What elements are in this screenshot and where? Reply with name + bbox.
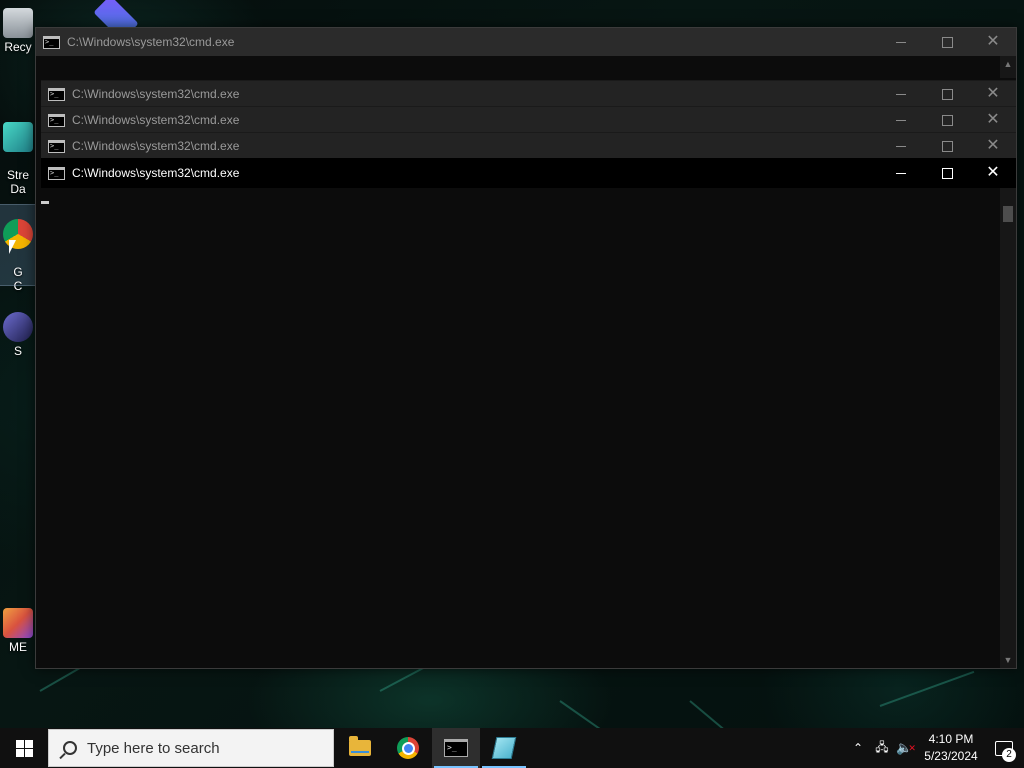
minimize-icon [896, 172, 906, 174]
minimize-button[interactable] [878, 81, 924, 107]
minimize-button[interactable] [878, 107, 924, 133]
maximize-icon [941, 114, 953, 126]
maximize-icon [941, 36, 953, 48]
maximize-button[interactable] [924, 133, 970, 159]
close-icon: ✕ [986, 85, 1000, 102]
taskbar-notepad[interactable] [480, 728, 528, 768]
close-icon: ✕ [986, 137, 1000, 154]
minimize-icon [896, 41, 906, 43]
recycle-bin-icon [3, 8, 33, 38]
close-button[interactable]: ✕ [970, 133, 1016, 159]
taskbar-chrome[interactable] [384, 728, 432, 768]
desktop-icon-label: G C [13, 265, 23, 293]
scrollbar[interactable]: ▲ [1000, 56, 1016, 78]
maximize-icon [941, 167, 953, 179]
desktop-icon-me[interactable]: ME [0, 608, 36, 654]
maximize-button[interactable] [924, 28, 970, 56]
close-button[interactable]: ✕ [970, 158, 1016, 188]
minimize-button[interactable] [878, 158, 924, 188]
taskbar-command-prompt[interactable] [432, 728, 480, 768]
close-button[interactable]: ✕ [970, 81, 1016, 107]
clock[interactable]: 4:10 PM 5/23/2024 [918, 731, 984, 765]
app-icon [3, 608, 33, 638]
windows-logo-icon [15, 739, 33, 757]
cmd-icon [48, 113, 65, 127]
close-button[interactable]: ✕ [970, 107, 1016, 133]
cmd-titlebar[interactable]: C:\Windows\system32\cmd.exe ✕ [41, 80, 1016, 107]
cmd-icon [48, 166, 65, 180]
taskbar: Type here to search ⌃ 🖧 🔈✕ 4:10 PM 5/23/… [0, 728, 1024, 768]
window-title: C:\Windows\system32\cmd.exe [67, 35, 235, 49]
close-icon: ✕ [986, 164, 1000, 181]
system-tray: ⌃ 🖧 🔈 ✕ 4:10 PM 5/23/2024 2 [846, 728, 1024, 768]
window-title: C:\Windows\system32\cmd.exe [72, 166, 240, 180]
cmd-icon [48, 87, 65, 101]
start-button[interactable] [0, 728, 48, 768]
action-center-button[interactable]: 2 [984, 728, 1024, 768]
scroll-down-icon[interactable]: ▼ [1000, 654, 1016, 666]
desktop-icon-label: Recy [4, 40, 32, 54]
mouse-cursor [9, 240, 23, 254]
chrome-icon [397, 737, 419, 759]
search-input[interactable]: Type here to search [48, 729, 334, 767]
window-title: C:\Windows\system32\cmd.exe [72, 87, 240, 101]
notepad-icon [491, 737, 517, 759]
close-icon: ✕ [986, 33, 1000, 50]
minimize-icon [896, 93, 906, 95]
maximize-icon [941, 140, 953, 152]
scroll-up-icon[interactable]: ▲ [1000, 58, 1016, 70]
streamdeck-icon [3, 122, 33, 152]
clock-date: 5/23/2024 [924, 749, 978, 763]
desktop-icon-label: S [13, 344, 22, 358]
cmd-titlebar[interactable]: C:\Windows\system32\cmd.exe ✕ [41, 132, 1016, 159]
minimize-button[interactable] [878, 133, 924, 159]
terminal-content[interactable] [36, 188, 1000, 668]
cmd-titlebar[interactable]: C:\Windows\system32\cmd.exe ✕ [36, 28, 1016, 56]
notification-count: 2 [1002, 748, 1016, 762]
volume-muted-icon[interactable]: 🔈 ✕ [894, 728, 918, 768]
window-title: C:\Windows\system32\cmd.exe [72, 139, 240, 153]
desktop-icon-recycle-bin[interactable]: Recy [0, 8, 36, 54]
show-hidden-icons-chevron-up-icon[interactable]: ⌃ [846, 728, 870, 768]
close-button[interactable]: ✕ [970, 28, 1016, 56]
desktop-icon-app[interactable]: S [0, 312, 36, 358]
cmd-window[interactable]: C:\Windows\system32\cmd.exe ✕ ▲ C:\Windo… [35, 27, 1017, 669]
desktop-icon-label: Stre Da [6, 168, 29, 196]
search-placeholder: Type here to search [87, 739, 220, 757]
window-title: C:\Windows\system32\cmd.exe [72, 113, 240, 127]
desktop-icon-label: ME [9, 640, 27, 654]
taskbar-file-explorer[interactable] [336, 728, 384, 768]
cmd-titlebar-active[interactable]: C:\Windows\system32\cmd.exe ✕ [41, 158, 1016, 188]
minimize-icon [896, 119, 906, 121]
scrollbar[interactable]: ▼ [1000, 188, 1016, 668]
scroll-thumb[interactable] [1003, 206, 1013, 222]
terminal-icon [444, 739, 468, 757]
maximize-button[interactable] [924, 81, 970, 107]
app-icon [3, 312, 33, 342]
search-icon [63, 741, 77, 755]
maximize-button[interactable] [924, 107, 970, 133]
maximize-button[interactable] [924, 158, 970, 188]
maximize-icon [941, 88, 953, 100]
folder-icon [349, 736, 371, 756]
close-icon: ✕ [986, 111, 1000, 128]
network-icon[interactable]: 🖧 [870, 728, 894, 768]
minimize-button[interactable] [878, 28, 924, 56]
minimize-icon [896, 145, 906, 147]
text-cursor [41, 201, 49, 204]
cmd-icon [48, 139, 65, 153]
clock-time: 4:10 PM [928, 732, 974, 746]
cmd-icon [43, 35, 60, 49]
desktop-icon-streamdeck[interactable]: Stre Da [0, 108, 36, 196]
cmd-titlebar[interactable]: C:\Windows\system32\cmd.exe ✕ [41, 106, 1016, 133]
